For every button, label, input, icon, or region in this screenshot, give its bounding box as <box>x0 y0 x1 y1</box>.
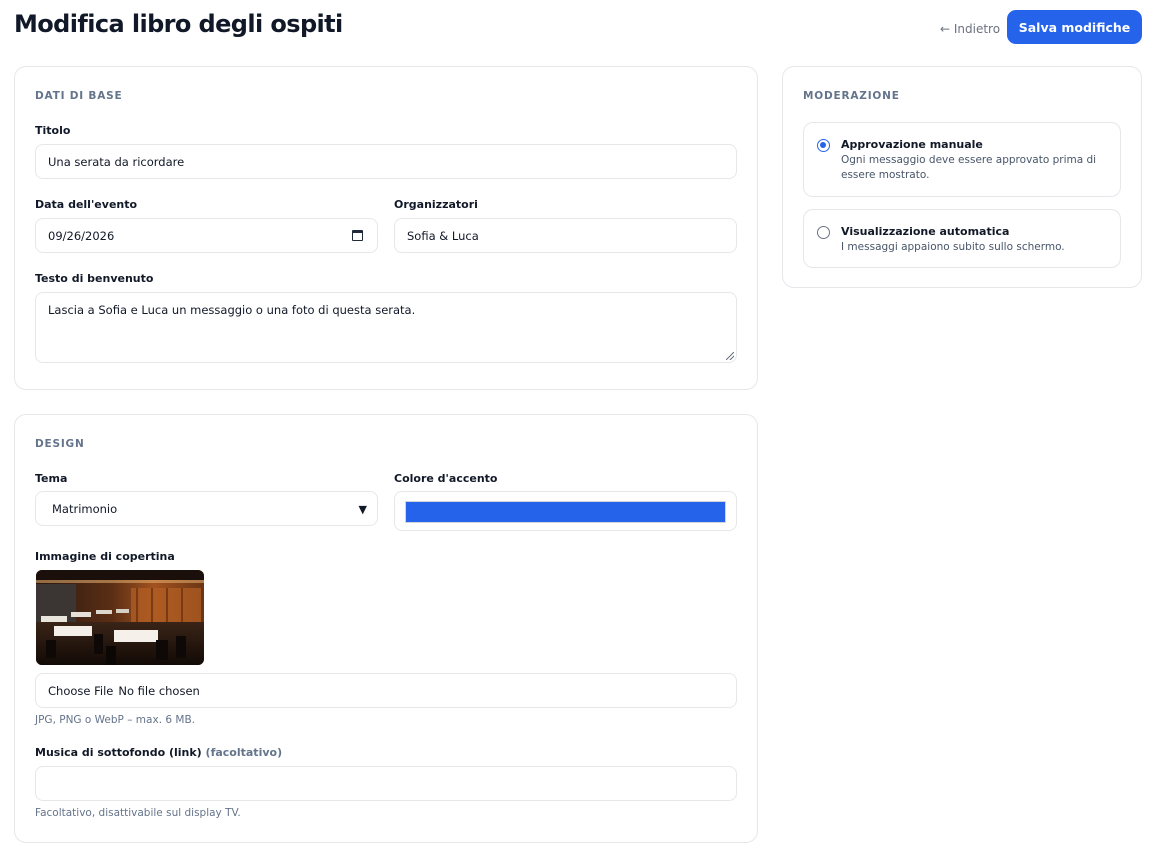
radio-selected-icon[interactable] <box>817 139 830 152</box>
accent-color-picker[interactable] <box>394 491 737 531</box>
organizers-input-value: Sofia & Luca <box>407 228 479 243</box>
accent-color-label: Colore d'accento <box>394 472 498 485</box>
cover-image-preview <box>36 570 204 665</box>
choose-file-button[interactable]: Choose File <box>48 684 113 698</box>
title-input[interactable]: Una serata da ricordare <box>35 144 737 179</box>
event-date-value: 09/26/2026 <box>48 228 115 243</box>
option-description: I messaggi appaiono subito sullo schermo… <box>841 241 1065 253</box>
organizers-input[interactable]: Sofia & Luca <box>394 218 737 253</box>
music-label: Musica di sottofondo (link) (facoltativo… <box>35 746 282 759</box>
welcome-textarea[interactable]: Lascia a Sofia e Luca un messaggio o una… <box>35 292 737 363</box>
basic-data-section-title: DATI DI BASE <box>35 90 123 102</box>
option-description: Ogni messaggio deve essere approvato pri… <box>841 154 1097 181</box>
file-hint: JPG, PNG o WebP – max. 6 MB. <box>35 714 195 726</box>
music-link-input[interactable] <box>35 766 737 801</box>
option-title: Approvazione manuale <box>841 138 983 151</box>
accent-color-swatch[interactable] <box>405 501 726 523</box>
basic-data-card: DATI DI BASE Titolo Una serata da ricord… <box>14 66 758 390</box>
save-button[interactable]: Salva modifiche <box>1007 10 1142 44</box>
organizers-label: Organizzatori <box>394 198 478 211</box>
theme-label: Tema <box>35 472 68 485</box>
design-card: DESIGN Tema Matrimonio ▼ Colore d'accent… <box>14 414 758 843</box>
title-label: Titolo <box>35 124 71 137</box>
calendar-icon[interactable] <box>352 230 363 241</box>
moderation-section-title: MODERAZIONE <box>803 90 900 102</box>
music-optional-tag: (facoltativo) <box>205 746 283 759</box>
back-link[interactable]: ← Indietro <box>940 22 1000 36</box>
resize-handle-icon[interactable] <box>726 352 734 360</box>
event-date-input[interactable]: 09/26/2026 <box>35 218 378 253</box>
page-title: Modifica libro degli ospiti <box>14 10 343 38</box>
theme-select-value: Matrimonio <box>52 501 118 516</box>
welcome-textarea-value: Lascia a Sofia e Luca un messaggio o una… <box>48 303 416 317</box>
theme-select[interactable]: Matrimonio ▼ <box>35 491 378 526</box>
design-section-title: DESIGN <box>35 438 85 450</box>
music-label-text: Musica di sottofondo (link) <box>35 746 202 759</box>
title-input-value: Una serata da ricordare <box>48 154 185 169</box>
chevron-down-icon: ▼ <box>358 503 367 516</box>
moderation-option-automatic[interactable]: Visualizzazione automatica I messaggi ap… <box>803 209 1121 268</box>
music-hint: Facoltativo, disattivabile sul display T… <box>35 807 241 819</box>
welcome-text-label: Testo di benvenuto <box>35 272 154 285</box>
moderation-option-manual[interactable]: Approvazione manuale Ogni messaggio deve… <box>803 122 1121 197</box>
cover-file-input[interactable]: Choose File No file chosen <box>35 673 737 708</box>
radio-unselected-icon[interactable] <box>817 226 830 239</box>
moderation-card: MODERAZIONE Approvazione manuale Ogni me… <box>782 66 1142 288</box>
file-status: No file chosen <box>118 683 200 698</box>
cover-image-label: Immagine di copertina <box>35 550 175 563</box>
event-date-label: Data dell'evento <box>35 198 138 211</box>
option-title: Visualizzazione automatica <box>841 225 1010 238</box>
